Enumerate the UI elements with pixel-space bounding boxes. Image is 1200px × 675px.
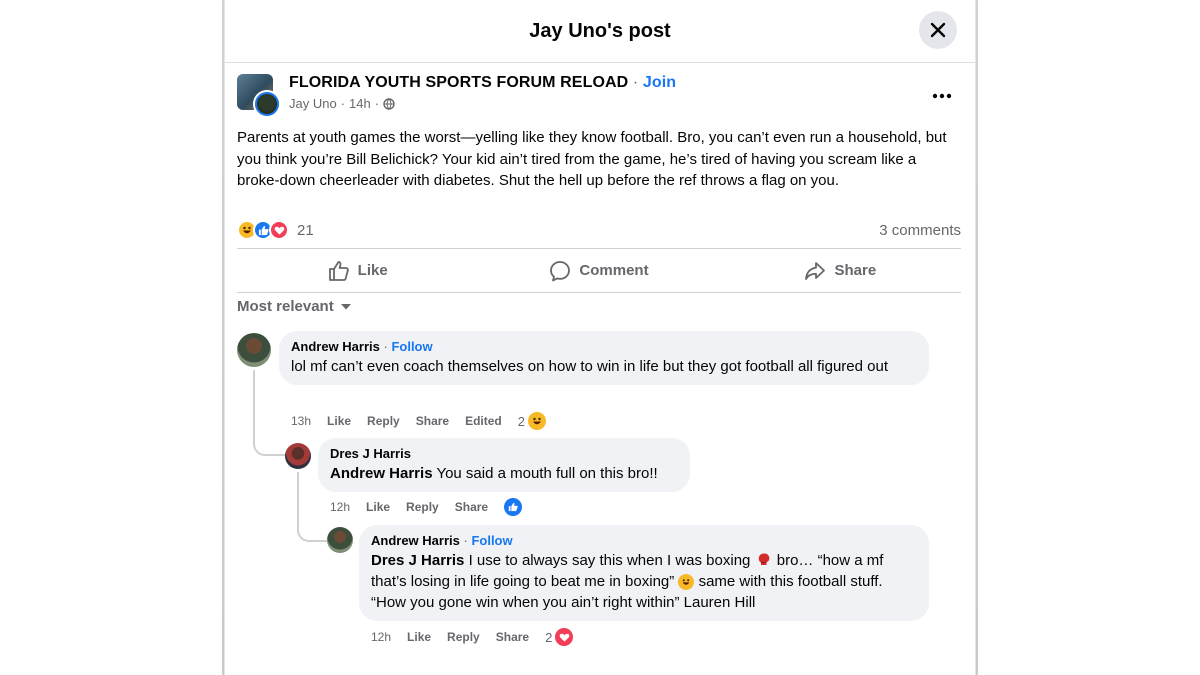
comment-like-button[interactable]: Like bbox=[407, 630, 431, 644]
comment-reaction-count: 2 bbox=[517, 413, 525, 429]
comment-bubble: Dres J Harris Andrew Harris You said a m… bbox=[318, 438, 690, 492]
comment-share-button[interactable]: Share bbox=[496, 630, 529, 644]
comment-reactions[interactable]: 2 bbox=[518, 412, 546, 430]
comment-reply-button[interactable]: Reply bbox=[447, 630, 480, 644]
sort-label: Most relevant bbox=[237, 298, 334, 315]
comment-author[interactable]: Andrew Harris bbox=[291, 339, 380, 354]
mention-link[interactable]: Dres J Harris bbox=[371, 552, 464, 569]
comment-time[interactable]: 13h bbox=[291, 414, 311, 428]
chevron-down-icon bbox=[340, 303, 351, 309]
post-time[interactable]: 14h bbox=[349, 96, 371, 111]
comment-reactions[interactable]: 2 bbox=[545, 628, 574, 646]
comment-text-part-1: I use to always say this when I was boxi… bbox=[464, 552, 755, 569]
close-icon bbox=[930, 22, 946, 38]
comment-share-button[interactable]: Share bbox=[455, 500, 488, 514]
comment-like-button[interactable]: Like bbox=[366, 500, 390, 514]
globe-icon bbox=[383, 97, 395, 110]
comment-edited-label[interactable]: Edited bbox=[465, 414, 502, 428]
group-name[interactable]: FLORIDA YOUTH SPORTS FORUM RELOAD bbox=[289, 74, 628, 91]
share-button[interactable]: Share bbox=[720, 249, 961, 292]
join-button[interactable]: Join bbox=[643, 74, 676, 91]
post-author[interactable]: Jay Uno bbox=[289, 96, 337, 111]
group-avatar[interactable] bbox=[237, 74, 281, 118]
avatar[interactable] bbox=[327, 527, 353, 553]
share-label: Share bbox=[834, 262, 877, 279]
comment-like-button[interactable]: Like bbox=[327, 414, 351, 428]
more-icon bbox=[932, 93, 952, 99]
post-text: Parents at youth games the worst—yelling… bbox=[237, 129, 947, 189]
comment-reaction-count: 2 bbox=[545, 629, 553, 645]
comment-reply-button[interactable]: Reply bbox=[406, 500, 439, 514]
comment-time[interactable]: 12h bbox=[330, 500, 350, 514]
comment-bubble: Andrew Harris · Follow lol mf can’t even… bbox=[279, 331, 929, 385]
comment-text: lol mf can’t even coach themselves on ho… bbox=[291, 358, 889, 375]
comment-meta: 12h Like Reply Share bbox=[330, 498, 523, 516]
like-button[interactable]: Like bbox=[237, 249, 478, 292]
comment-bubble: Andrew Harris · Follow Dres J Harris I u… bbox=[359, 525, 929, 621]
share-icon bbox=[805, 261, 826, 280]
follow-button[interactable]: Follow bbox=[391, 339, 432, 354]
close-button[interactable] bbox=[919, 11, 957, 49]
post-header: FLORIDA YOUTH SPORTS FORUM RELOAD · Join… bbox=[237, 74, 676, 118]
comment-reply-button[interactable]: Reply bbox=[367, 414, 400, 428]
modal-header: Jay Uno's post bbox=[225, 0, 975, 63]
mention-link[interactable]: Andrew Harris bbox=[330, 465, 433, 482]
avatar[interactable] bbox=[237, 333, 271, 367]
like-label: Like bbox=[357, 262, 388, 279]
haha-icon bbox=[528, 412, 546, 430]
comment-label: Comment bbox=[579, 262, 649, 279]
reaction-summary[interactable]: 21 bbox=[237, 220, 314, 240]
boxing-glove-icon bbox=[755, 551, 773, 567]
reactions-row: 21 3 comments bbox=[237, 218, 961, 242]
thumbs-up-icon bbox=[328, 260, 349, 281]
comment-time[interactable]: 12h bbox=[371, 630, 391, 644]
reaction-count: 21 bbox=[297, 221, 314, 239]
more-options-button[interactable] bbox=[927, 84, 957, 108]
sort-dropdown[interactable]: Most relevant bbox=[237, 298, 352, 315]
thumbs-up-icon[interactable] bbox=[504, 498, 523, 516]
comment-meta: 12h Like Reply Share 2 bbox=[371, 628, 574, 646]
modal-title: Jay Uno's post bbox=[529, 19, 671, 42]
avatar[interactable] bbox=[285, 443, 311, 469]
post-modal: Jay Uno's post FLORIDA YOUTH SPORTS FORU… bbox=[224, 0, 976, 675]
action-bar: Like Comment Share bbox=[237, 248, 961, 293]
heart-icon bbox=[269, 220, 289, 240]
comment-button[interactable]: Comment bbox=[478, 249, 719, 292]
author-avatar[interactable] bbox=[253, 90, 281, 118]
comment-meta: 13h Like Reply Share Edited 2 bbox=[291, 412, 546, 430]
comment-author[interactable]: Andrew Harris bbox=[371, 533, 460, 548]
follow-button[interactable]: Follow bbox=[471, 533, 512, 548]
comment-icon bbox=[550, 260, 571, 281]
heart-icon bbox=[555, 628, 574, 646]
comment-share-button[interactable]: Share bbox=[416, 414, 449, 428]
comment-text: You said a mouth full on this bro!! bbox=[432, 465, 658, 482]
haha-icon bbox=[678, 574, 695, 590]
comments-count[interactable]: 3 comments bbox=[879, 222, 961, 239]
comment-author[interactable]: Dres J Harris bbox=[330, 446, 411, 461]
